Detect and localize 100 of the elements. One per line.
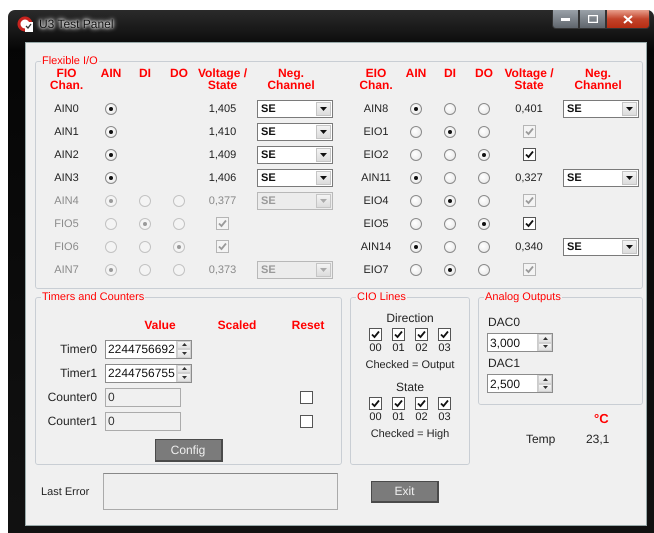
radio-button[interactable] [105, 126, 117, 138]
radio-button[interactable] [410, 148, 422, 160]
checkbox[interactable] [369, 328, 382, 341]
radio-button[interactable] [410, 194, 422, 206]
group-heading: Direction [386, 311, 434, 325]
dropdown-arrow-icon [320, 198, 327, 202]
voltage-value: 0,401 [515, 102, 543, 114]
radio-button[interactable] [478, 148, 490, 160]
column-header: FIO Chan. [50, 67, 84, 91]
temperature-value: 23,1 [586, 432, 610, 446]
checkbox[interactable] [369, 397, 382, 410]
up-arrow-icon[interactable] [182, 367, 186, 370]
down-arrow-icon[interactable] [182, 376, 186, 379]
dropdown[interactable]: SE [257, 100, 333, 118]
spin-field[interactable]: 3,000 [487, 333, 553, 352]
up-arrow-icon[interactable] [542, 336, 548, 340]
voltage-value: 1,405 [208, 102, 236, 114]
window-title: U3 Test Panel [39, 16, 114, 30]
checkbox[interactable] [522, 217, 536, 230]
line-label: 02 [415, 411, 428, 423]
down-arrow-icon[interactable] [542, 345, 548, 348]
exit-button[interactable]: Exit [371, 480, 439, 502]
down-arrow-icon[interactable] [182, 352, 186, 355]
channel-label: AIN7 [53, 262, 80, 278]
line-label: 02 [415, 342, 428, 354]
checkbox[interactable] [300, 390, 312, 404]
counter-field: 0 [105, 412, 181, 430]
radio-button[interactable] [444, 218, 456, 230]
checkbox[interactable] [522, 148, 536, 161]
channel-label: AIN1 [53, 124, 80, 140]
down-arrow-icon[interactable] [542, 386, 548, 390]
config-button[interactable]: Config [154, 439, 222, 462]
column-header: Reset [290, 317, 326, 334]
radio-button[interactable] [105, 172, 117, 184]
dropdown[interactable]: SE [563, 100, 639, 118]
radio-button[interactable] [478, 126, 490, 138]
radio-button[interactable] [410, 264, 422, 276]
radio-button[interactable] [478, 102, 490, 114]
field-label: Counter0 [46, 389, 98, 406]
spin-field[interactable]: 2244756692 [105, 340, 192, 358]
checkbox[interactable] [438, 397, 451, 410]
checkbox[interactable] [415, 328, 428, 341]
dropdown[interactable]: SE [563, 238, 639, 256]
dropdown-arrow-icon [626, 176, 633, 180]
minimize-button[interactable] [552, 10, 579, 29]
column-header: Value [143, 317, 177, 334]
radio-button[interactable] [478, 194, 490, 206]
radio-button[interactable] [478, 240, 490, 252]
radio-button[interactable] [410, 218, 422, 230]
spin-field[interactable]: 2244756755 [105, 364, 192, 382]
dropdown[interactable]: SE [257, 146, 333, 164]
radio-button[interactable] [444, 126, 456, 138]
checkbox[interactable] [392, 397, 405, 410]
line-label: 01 [392, 411, 405, 423]
channel-label: AIN11 [360, 170, 392, 186]
dropdown-arrow-icon [320, 130, 327, 134]
radio-button[interactable] [444, 172, 456, 184]
radio-button[interactable] [444, 264, 456, 276]
radio-button[interactable] [444, 194, 456, 206]
column-header: Neg. Channel [574, 67, 622, 91]
field-label: Timer0 [59, 341, 98, 358]
dropdown-arrow-icon [320, 268, 327, 272]
radio-button[interactable] [410, 172, 422, 184]
maximize-button[interactable] [579, 10, 606, 29]
dropdown-arrow-icon [320, 106, 327, 110]
caption: Checked = Output [366, 359, 454, 371]
radio-button[interactable] [444, 148, 456, 160]
spin-field[interactable]: 2,500 [487, 374, 553, 393]
checkbox[interactable] [392, 328, 405, 341]
dropdown[interactable]: SE [257, 168, 333, 186]
radio-button[interactable] [478, 264, 490, 276]
channel-label: AIN4 [53, 194, 80, 208]
voltage-value: 1,410 [208, 126, 236, 138]
up-arrow-icon[interactable] [542, 378, 548, 381]
checkbox[interactable] [438, 328, 451, 341]
up-arrow-icon[interactable] [182, 343, 186, 346]
dropdown[interactable]: SE [257, 122, 333, 140]
radio-button[interactable] [444, 240, 456, 252]
column-header: AIN [100, 67, 122, 79]
radio-button[interactable] [410, 126, 422, 138]
group-heading: State [396, 380, 424, 394]
close-icon [623, 14, 633, 24]
dropdown[interactable]: SE [563, 168, 639, 186]
radio-button[interactable] [444, 102, 456, 114]
column-header: Scaled [216, 317, 258, 334]
checkbox[interactable] [415, 397, 428, 410]
radio-button[interactable] [478, 172, 490, 184]
radio-button[interactable] [410, 240, 422, 252]
radio-button[interactable] [410, 102, 422, 114]
checkbox[interactable] [300, 414, 312, 428]
line-label: 03 [438, 411, 451, 423]
radio-button[interactable] [105, 148, 117, 160]
line-label: 00 [369, 342, 382, 354]
radio-button[interactable] [478, 218, 490, 230]
radio-button[interactable] [105, 102, 117, 114]
maximize-icon [588, 15, 598, 23]
close-button[interactable] [606, 10, 650, 29]
caption: Checked = High [370, 428, 450, 440]
voltage-value: 0,373 [208, 264, 236, 276]
group-title: CIO Lines [356, 291, 407, 303]
